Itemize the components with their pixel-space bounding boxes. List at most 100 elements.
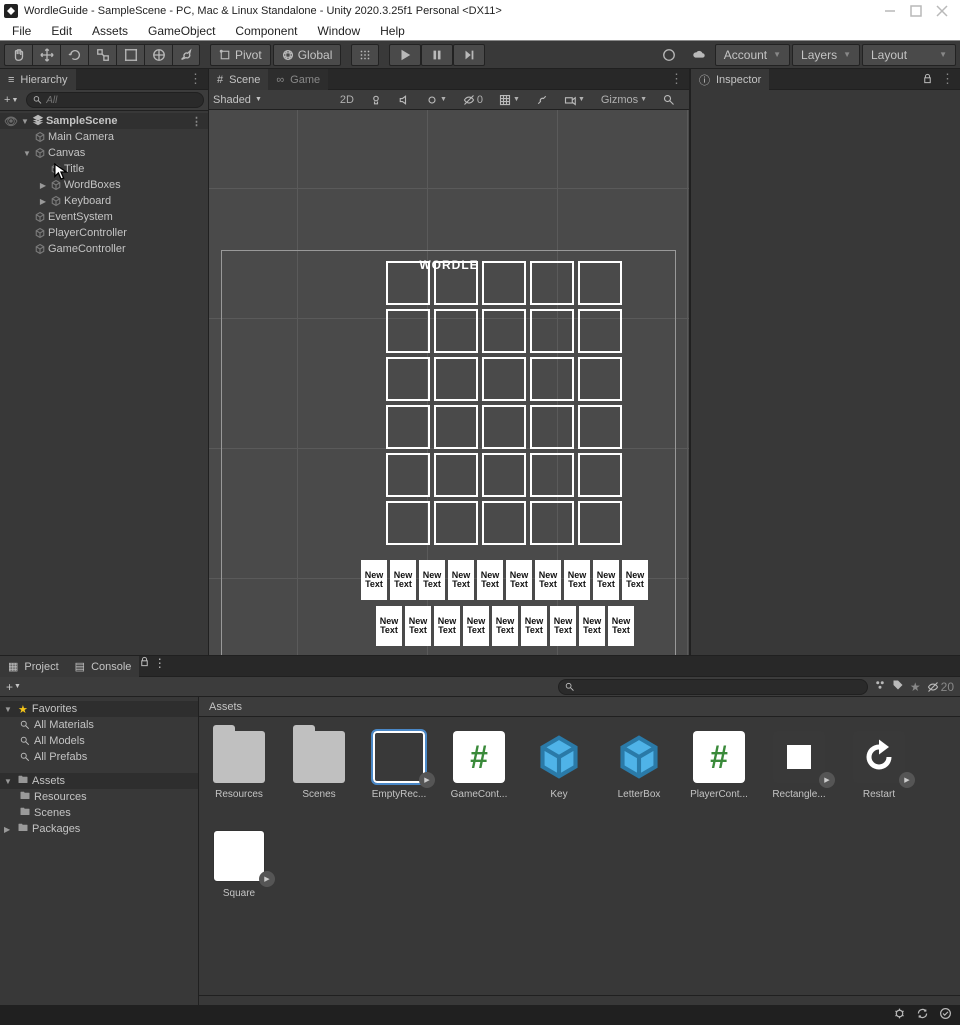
asset-rectangle[interactable]: ▶Rectangle... (773, 731, 825, 800)
unity-scene-icon (32, 114, 44, 129)
hand-tool-button[interactable] (4, 44, 32, 66)
asset-resources[interactable]: Resources (213, 731, 265, 800)
gizmos-dropdown[interactable]: Gizmos▼ (601, 94, 647, 106)
hierarchy-item-canvas[interactable]: ▼ Canvas (0, 145, 208, 161)
asset-gamecontroller[interactable]: #GameCont... (453, 731, 505, 800)
hierarchy-item-wordboxes[interactable]: ▶ WordBoxes (0, 177, 208, 193)
rotate-tool-button[interactable] (60, 44, 88, 66)
breadcrumb[interactable]: Assets (199, 697, 960, 717)
global-toggle[interactable]: Global (273, 44, 342, 66)
asset-emptyrectangle[interactable]: ▶EmptyRec... (373, 731, 425, 800)
custom-tool-button[interactable] (172, 44, 200, 66)
menu-gameobject[interactable]: GameObject (140, 23, 223, 39)
hidden-toggle[interactable]: 0 (463, 94, 483, 106)
status-check-icon[interactable] (939, 1007, 952, 1023)
sprite-icon (373, 731, 425, 783)
grid-toggle[interactable]: ▼ (499, 94, 520, 106)
close-button[interactable] (936, 5, 948, 17)
asset-scenes[interactable]: Scenes (293, 731, 345, 800)
pause-button[interactable] (421, 44, 453, 66)
cloud-icon[interactable] (685, 44, 713, 66)
play-button[interactable] (389, 44, 421, 66)
move-tool-button[interactable] (32, 44, 60, 66)
hierarchy-item-gamecontroller[interactable]: GameController (0, 241, 208, 257)
asset-square[interactable]: ▶Square (213, 830, 265, 899)
asset-key[interactable]: Key (533, 731, 585, 800)
tools-toggle[interactable] (536, 94, 548, 106)
camera-toggle[interactable]: ▼ (564, 94, 585, 106)
scene-search-icon[interactable] (663, 94, 675, 106)
panel-menu-icon[interactable]: ⋮ (189, 71, 202, 87)
hierarchy-item-maincamera[interactable]: Main Camera (0, 129, 208, 145)
hierarchy-icon: ≡ (8, 74, 14, 86)
create-button[interactable]: +▼ (4, 94, 22, 106)
save-search-icon[interactable]: ★ (910, 680, 921, 694)
audio-toggle[interactable] (398, 94, 410, 106)
pivot-toggle[interactable]: Pivot (210, 44, 271, 66)
scene-item-samplescene[interactable]: 👁▼ SampleScene ⋮ (0, 113, 208, 129)
menu-component[interactable]: Component (227, 23, 305, 39)
project-lock-icon[interactable] (139, 656, 150, 670)
scene-viewport[interactable]: WORDLE NewTextNewTextNewTextNewTextNewTe… (209, 110, 689, 655)
maximize-button[interactable] (910, 5, 922, 17)
transform-tool-button[interactable] (144, 44, 172, 66)
menu-assets[interactable]: Assets (84, 23, 136, 39)
scale-tool-button[interactable] (88, 44, 116, 66)
filter-by-type-icon[interactable] (874, 679, 886, 694)
rect-tool-button[interactable] (116, 44, 144, 66)
console-tab[interactable]: ▤ Console (67, 656, 140, 677)
hidden-packages-toggle[interactable]: 20 (927, 680, 954, 694)
layout-dropdown[interactable]: Layout▼ (862, 44, 956, 66)
folder-resources[interactable]: 🖿Resources (0, 789, 198, 805)
asset-letterbox[interactable]: LetterBox (613, 731, 665, 800)
play-overlay-icon: ▶ (899, 772, 915, 788)
project-create-button[interactable]: +▼ (6, 680, 24, 694)
favorites-header[interactable]: ▼★ Favorites (0, 701, 198, 717)
step-button[interactable] (453, 44, 485, 66)
menu-window[interactable]: Window (309, 23, 368, 39)
filter-by-label-icon[interactable] (892, 679, 904, 694)
gameobject-icon (34, 243, 46, 255)
inspector-tab[interactable]: ⓘ Inspector (691, 69, 769, 90)
panel-menu-icon[interactable]: ⋮ (941, 71, 954, 87)
folder-icon (213, 731, 265, 783)
layers-dropdown[interactable]: Layers▼ (792, 44, 860, 66)
menu-edit[interactable]: Edit (43, 23, 80, 39)
game-tab[interactable]: ∞ Game (268, 69, 328, 90)
fav-all-models[interactable]: All Models (0, 733, 198, 749)
sprite-icon (853, 731, 905, 783)
scene-context-button[interactable]: ⋮ (191, 115, 202, 128)
status-bug-icon[interactable] (893, 1007, 906, 1023)
menu-file[interactable]: File (4, 23, 39, 39)
hierarchy-item-title[interactable]: Title (0, 161, 208, 177)
shading-dropdown[interactable]: Shaded ▼ (213, 94, 262, 106)
minimize-button[interactable] (884, 5, 896, 17)
panel-menu-icon[interactable]: ⋮ (670, 71, 683, 87)
account-dropdown[interactable]: Account▼ (715, 44, 790, 66)
assets-folder-header[interactable]: ▼🖿 Assets (0, 773, 198, 789)
panel-menu-icon[interactable]: ⋮ (154, 656, 166, 670)
status-autorefresh-icon[interactable] (916, 1007, 929, 1023)
snap-toggle[interactable] (351, 44, 379, 66)
hierarchy-item-keyboard[interactable]: ▶ Keyboard (0, 193, 208, 209)
packages-header[interactable]: ▶🖿 Packages (0, 821, 198, 837)
scene-tab[interactable]: # Scene (209, 69, 268, 90)
hierarchy-tab[interactable]: ≡ Hierarchy (0, 69, 76, 90)
asset-playercontroller[interactable]: #PlayerCont... (693, 731, 745, 800)
menu-help[interactable]: Help (372, 23, 413, 39)
asset-restart[interactable]: ▶Restart (853, 731, 905, 800)
hierarchy-search-input[interactable] (26, 92, 204, 108)
folder-scenes[interactable]: 🖿Scenes (0, 805, 198, 821)
effects-toggle[interactable]: ▼ (426, 94, 447, 106)
console-icon: ▤ (75, 660, 85, 673)
light-toggle[interactable] (370, 94, 382, 106)
2d-toggle[interactable]: 2D (340, 94, 354, 106)
project-tab[interactable]: ▦ Project (0, 656, 67, 677)
inspector-lock-icon[interactable] (922, 72, 933, 87)
hierarchy-item-playercontroller[interactable]: PlayerController (0, 225, 208, 241)
collab-icon[interactable] (655, 44, 683, 66)
fav-all-materials[interactable]: All Materials (0, 717, 198, 733)
fav-all-prefabs[interactable]: All Prefabs (0, 749, 198, 765)
project-search-input[interactable] (558, 679, 868, 695)
hierarchy-item-eventsystem[interactable]: EventSystem (0, 209, 208, 225)
